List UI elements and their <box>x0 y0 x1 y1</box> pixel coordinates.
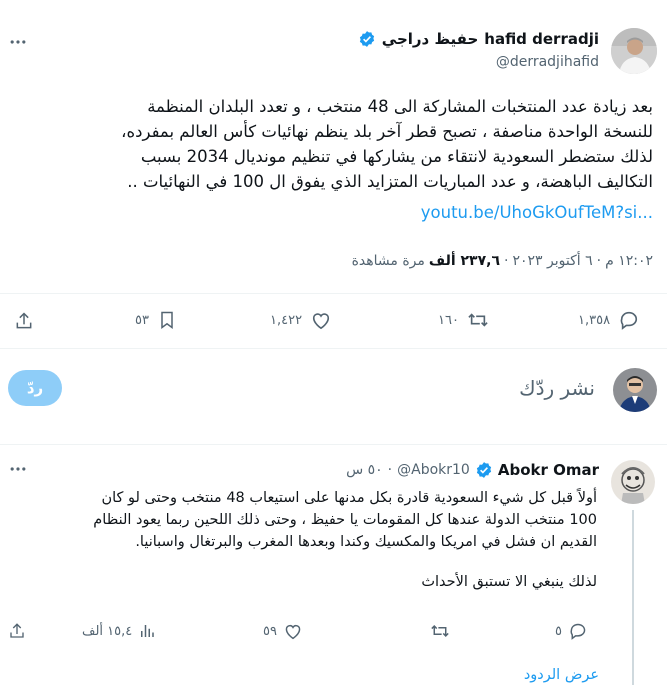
comment-count: ١,٣٥٨ <box>578 312 611 328</box>
author-avatar[interactable] <box>611 28 657 74</box>
tweet-link[interactable]: youtu.be/UhoGkOufTeM?si... <box>421 203 653 222</box>
author-handle[interactable]: @derradjihafid <box>496 54 599 70</box>
tweet-text-line: للنسخة الواحدة مناصفة ، تصبح قطر آخر بلد… <box>121 122 653 141</box>
author-name-arabic[interactable]: حفيظ دراجي <box>382 30 478 48</box>
meta-separator: · <box>596 253 602 269</box>
retweet-count: ١٦٠ <box>438 312 459 328</box>
user-avatar[interactable] <box>613 368 657 412</box>
heart-icon <box>283 622 303 640</box>
retweet-icon <box>467 310 489 330</box>
tweet-date[interactable]: ٦ أكتوبر ٢٠٢٣ <box>512 253 592 269</box>
reply-header: ٥٠ س · @Abokr10 Abokr Omar <box>346 461 599 479</box>
reply-action-bar: ١٥,٤ ألف ٥٩ ٥ <box>0 620 667 646</box>
reply-comment-count: ٥ <box>555 623 562 639</box>
reply-like-count: ٥٩ <box>263 623 277 639</box>
reply-time[interactable]: ٥٠ س <box>346 462 383 478</box>
reply-author-avatar[interactable] <box>611 460 655 504</box>
tweet-author-row: حفيظ دراجي hafid derradji <box>358 30 599 48</box>
more-icon[interactable] <box>8 459 28 479</box>
show-replies-link[interactable]: عرض الردود <box>524 667 599 683</box>
tweet-meta: ١٢:٠٢ م · ٦ أكتوبر ٢٠٢٣ · ٢٣٧,٦ ألف مرة … <box>352 253 653 269</box>
compose-input[interactable]: نشر ردّك <box>519 376 595 400</box>
tweet-time[interactable]: ١٢:٠٢ م <box>605 253 653 269</box>
verified-icon <box>358 30 376 48</box>
divider <box>0 293 667 294</box>
reply-author-name[interactable]: Abokr Omar <box>498 461 599 479</box>
reply-submit-button[interactable]: ردّ <box>8 370 62 406</box>
bookmark-icon <box>157 310 177 330</box>
thread-connector <box>632 510 634 685</box>
comment-icon <box>568 622 588 640</box>
reply-handle[interactable]: @Abokr10 <box>397 462 470 478</box>
meta-separator: · <box>387 462 393 478</box>
reply-text-line: لذلك ينبغي الا تستبق الأحداث <box>421 574 597 590</box>
like-count: ١,٤٢٢ <box>270 312 303 328</box>
views-button[interactable]: ١٥,٤ ألف <box>82 622 156 640</box>
tweet-text-line: بعد زيادة عدد المنتخبات المشاركة الى 48 … <box>147 97 653 116</box>
views-count: ٢٣٧,٦ ألف <box>428 253 501 269</box>
share-icon[interactable] <box>8 622 26 640</box>
tweet-text-line: لذلك ستضطر السعودية لانتقاء من يشاركها ف… <box>140 147 653 166</box>
comment-button[interactable]: ٥ <box>555 622 588 640</box>
more-icon[interactable] <box>8 32 28 52</box>
bookmark-button[interactable]: ٥٣ <box>135 310 177 330</box>
reply-text: أولاً قبل كل شيء السعودية قادرة بكل مدنه… <box>7 487 597 593</box>
reply-text-line: القديم ان فشل في امريكا والمكسيك وكندا و… <box>135 534 597 550</box>
comment-icon <box>618 310 640 330</box>
heart-icon <box>310 310 332 330</box>
bookmark-count: ٥٣ <box>135 312 149 328</box>
reply-text-line: 100 منتخب الدولة عندها كل المقومات يا حف… <box>93 512 597 528</box>
meta-separator: · <box>504 253 509 269</box>
tweet-action-bar: ٥٣ ١,٤٢٢ ١٦٠ ١,٣٥٨ <box>0 305 667 337</box>
share-icon[interactable] <box>14 311 34 331</box>
views-label: مرة مشاهدة <box>351 253 425 269</box>
tweet-text: بعد زيادة عدد المنتخبات المشاركة الى 48 … <box>13 94 653 194</box>
reply-text-line: أولاً قبل كل شيء السعودية قادرة بكل مدنه… <box>101 490 597 506</box>
divider <box>0 348 667 349</box>
like-button[interactable]: ١,٤٢٢ <box>270 310 332 330</box>
reply-views-count: ١٥,٤ ألف <box>82 623 133 639</box>
author-name[interactable]: hafid derradji <box>484 30 599 48</box>
comment-button[interactable]: ١,٣٥٨ <box>578 310 640 330</box>
verified-icon <box>475 461 493 479</box>
tweet-text-line: التكاليف الباهضة، و عدد المباريات المتزا… <box>127 172 653 191</box>
like-button[interactable]: ٥٩ <box>263 622 303 640</box>
retweet-icon[interactable] <box>430 622 450 640</box>
divider <box>0 444 667 445</box>
analytics-icon <box>138 622 156 640</box>
retweet-button[interactable]: ١٦٠ <box>438 310 489 330</box>
